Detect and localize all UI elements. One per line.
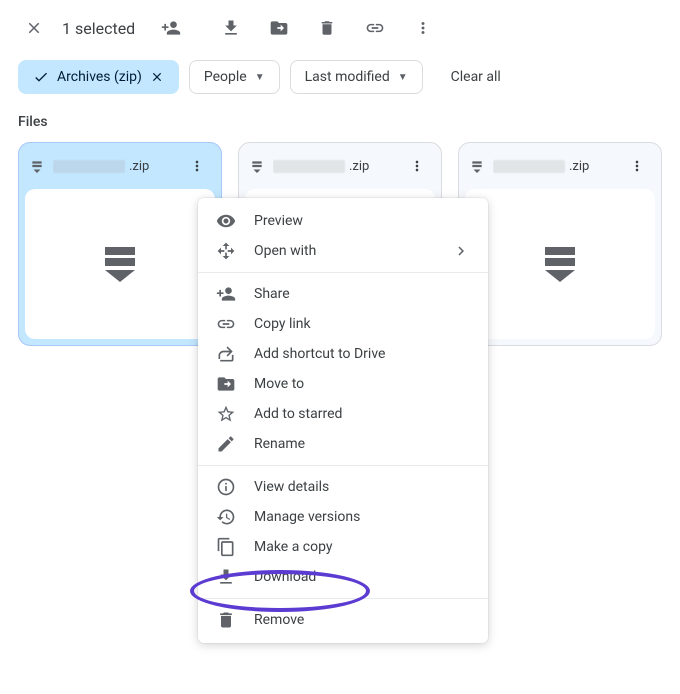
filter-bar: Archives (zip) People ▼ Last modified ▼ … (0, 56, 680, 108)
zip-large-icon (105, 247, 135, 282)
menu-separator (198, 598, 488, 599)
folder-move-icon (216, 374, 236, 394)
menu-label: Move to (254, 376, 304, 392)
menu-label: View details (254, 479, 329, 495)
menu-rename[interactable]: Rename (198, 429, 488, 459)
menu-label: Preview (254, 213, 303, 229)
zip-file-icon (29, 158, 45, 174)
menu-open-with[interactable]: Open with (198, 236, 488, 266)
menu-label: Make a copy (254, 539, 333, 555)
copy-icon (216, 537, 236, 557)
menu-manage-versions[interactable]: Manage versions (198, 502, 488, 532)
menu-label: Download (254, 569, 316, 585)
menu-label: Add to starred (254, 406, 342, 422)
check-icon (33, 69, 49, 85)
close-selection-button[interactable] (14, 8, 54, 48)
download-icon (216, 567, 236, 587)
filter-chip-modified[interactable]: Last modified ▼ (290, 60, 423, 94)
pencil-icon (216, 434, 236, 454)
file-name: .zip (53, 159, 175, 174)
menu-label: Add shortcut to Drive (254, 346, 385, 362)
zip-large-icon (545, 247, 575, 282)
info-icon (216, 477, 236, 497)
menu-copy-link[interactable]: Copy link (198, 309, 488, 339)
menu-separator (198, 465, 488, 466)
file-more-button[interactable] (403, 152, 431, 180)
zip-file-icon (469, 158, 485, 174)
menu-label: Open with (254, 243, 316, 259)
chip-label: Archives (zip) (57, 69, 142, 85)
selection-toolbar: 1 selected (0, 0, 680, 56)
file-name: .zip (493, 159, 615, 174)
menu-share[interactable]: Share (198, 279, 488, 309)
menu-separator (198, 272, 488, 273)
filter-chip-type[interactable]: Archives (zip) (18, 60, 179, 94)
menu-remove[interactable]: Remove (198, 605, 488, 635)
menu-label: Copy link (254, 316, 311, 332)
file-more-button[interactable] (623, 152, 651, 180)
menu-label: Manage versions (254, 509, 360, 525)
file-card[interactable]: .zip (18, 142, 222, 346)
menu-label: Rename (254, 436, 305, 452)
chevron-right-icon (452, 242, 470, 260)
menu-download[interactable]: Download (198, 562, 488, 592)
chip-clear-icon[interactable] (150, 70, 164, 84)
menu-add-shortcut[interactable]: Add shortcut to Drive (198, 339, 488, 369)
menu-label: Remove (254, 612, 304, 628)
get-link-button[interactable] (355, 8, 395, 48)
open-with-icon (216, 241, 236, 261)
delete-button[interactable] (307, 8, 347, 48)
zip-file-icon (249, 158, 265, 174)
clear-all-filters[interactable]: Clear all (441, 63, 511, 91)
file-thumbnail (465, 189, 655, 339)
file-thumbnail (25, 189, 215, 339)
menu-add-starred[interactable]: Add to starred (198, 399, 488, 429)
chevron-down-icon: ▼ (398, 72, 408, 83)
selection-count: 1 selected (62, 19, 135, 38)
menu-label: Share (254, 286, 290, 302)
menu-make-copy[interactable]: Make a copy (198, 532, 488, 562)
history-icon (216, 507, 236, 527)
menu-move-to[interactable]: Move to (198, 369, 488, 399)
shortcut-icon (216, 344, 236, 364)
file-more-button[interactable] (183, 152, 211, 180)
download-button[interactable] (211, 8, 251, 48)
eye-icon (216, 211, 236, 231)
trash-icon (216, 610, 236, 630)
star-icon (216, 404, 236, 424)
file-card[interactable]: .zip (458, 142, 662, 346)
menu-preview[interactable]: Preview (198, 206, 488, 236)
file-context-menu: Preview Open with Share Copy link Add sh… (198, 198, 488, 643)
more-actions-button[interactable] (403, 8, 443, 48)
share-person-button[interactable] (151, 8, 191, 48)
link-icon (216, 314, 236, 334)
chip-label: Last modified (305, 69, 390, 85)
filter-chip-people[interactable]: People ▼ (189, 60, 280, 94)
person-add-icon (216, 284, 236, 304)
section-title-files: Files (0, 108, 680, 142)
chip-label: People (204, 69, 247, 85)
menu-view-details[interactable]: View details (198, 472, 488, 502)
file-name: .zip (273, 159, 395, 174)
move-to-button[interactable] (259, 8, 299, 48)
chevron-down-icon: ▼ (255, 72, 265, 83)
